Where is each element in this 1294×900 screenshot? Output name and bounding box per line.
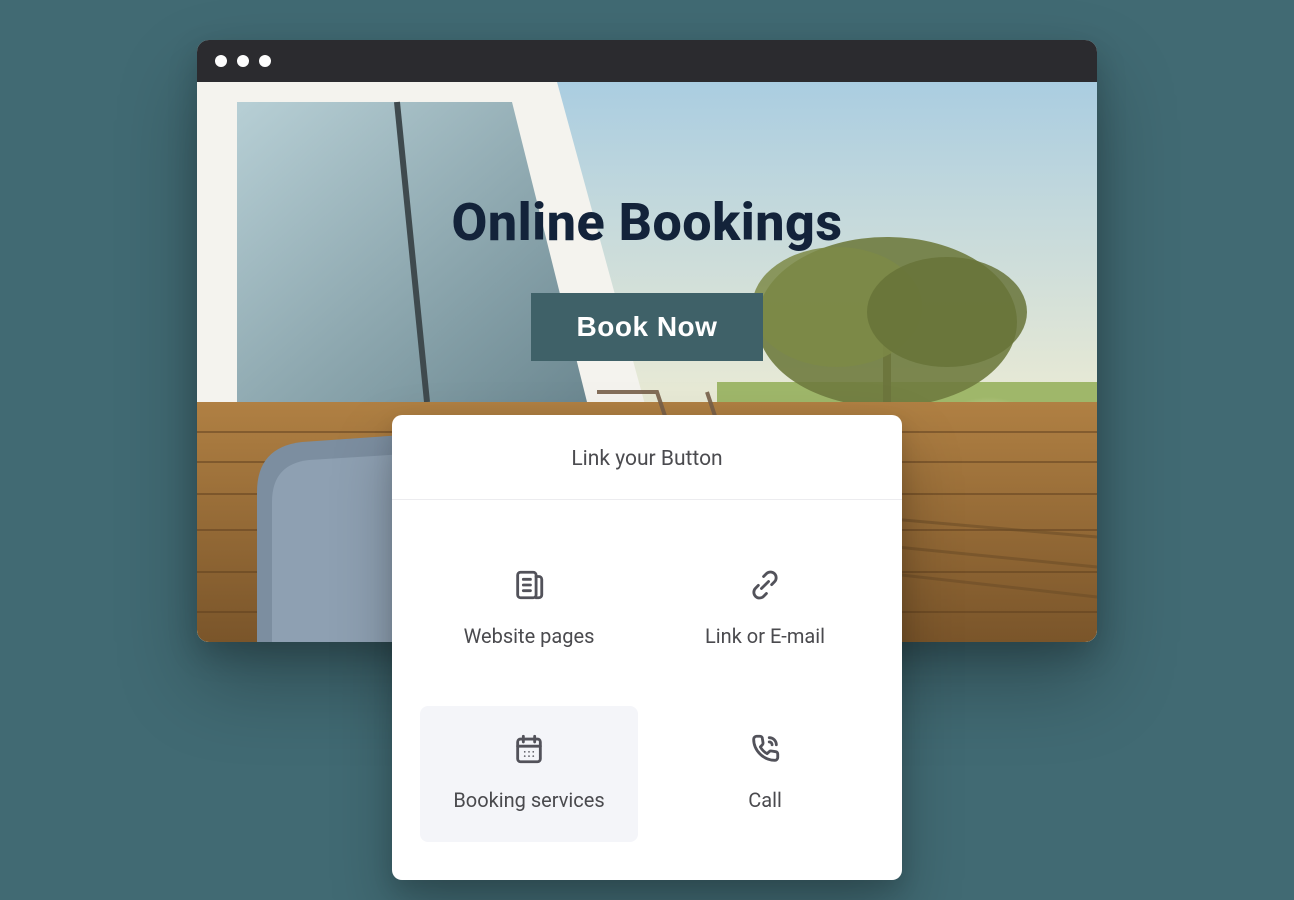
option-link-or-email[interactable]: Link or E-mail xyxy=(656,542,874,678)
window-control-dot[interactable] xyxy=(215,55,227,67)
phone-icon xyxy=(748,732,782,766)
window-control-dot[interactable] xyxy=(237,55,249,67)
window-control-dot[interactable] xyxy=(259,55,271,67)
option-booking-services[interactable]: Booking services xyxy=(420,706,638,842)
link-icon xyxy=(748,568,782,602)
option-label: Booking services xyxy=(453,788,604,812)
panel-title: Link your Button xyxy=(392,415,902,500)
option-label: Call xyxy=(748,788,782,812)
option-call[interactable]: Call xyxy=(656,706,874,842)
option-label: Link or E-mail xyxy=(705,624,825,648)
option-website-pages[interactable]: Website pages xyxy=(420,542,638,678)
window-titlebar xyxy=(197,40,1097,82)
document-icon xyxy=(512,568,546,602)
link-button-panel: Link your Button Website pages Li xyxy=(392,415,902,880)
calendar-icon xyxy=(512,732,546,766)
option-label: Website pages xyxy=(464,624,595,648)
book-now-button[interactable]: Book Now xyxy=(531,293,764,361)
hero-title: Online Bookings xyxy=(452,192,843,253)
